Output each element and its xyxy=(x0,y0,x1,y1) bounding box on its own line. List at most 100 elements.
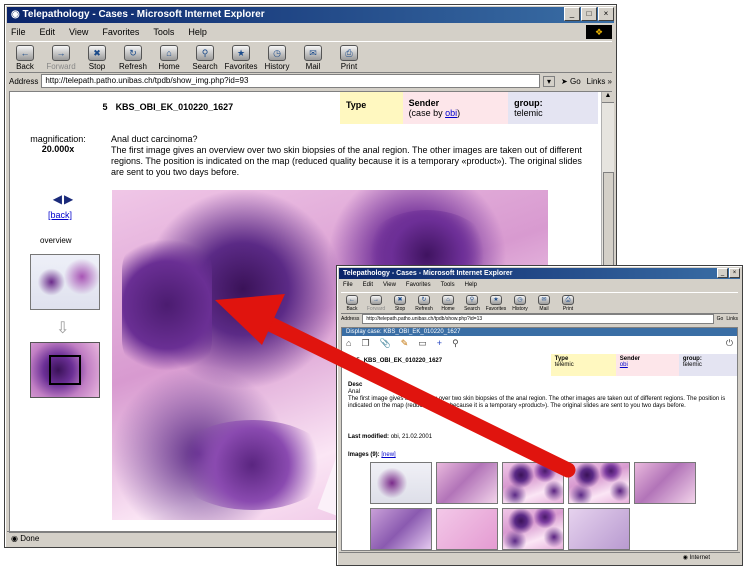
inset-history-button[interactable]: ◷ History xyxy=(509,293,531,313)
menu-view[interactable]: View xyxy=(67,25,90,39)
print-button[interactable]: ⎙ Print xyxy=(333,42,365,72)
inset-links-button[interactable]: Links xyxy=(726,316,738,322)
inset-back-button[interactable]: ← Back xyxy=(341,293,363,313)
inset-minimize-icon[interactable]: _ xyxy=(717,268,728,278)
inset-mail-button[interactable]: ✉ Mail xyxy=(533,293,555,313)
inset-history-icon: ◷ xyxy=(514,295,526,305)
minimize-icon[interactable]: _ xyxy=(564,7,580,21)
inset-menu-view[interactable]: View xyxy=(381,280,398,290)
inset-title-bar[interactable]: Telepathology - Cases - Microsoft Intern… xyxy=(339,268,740,279)
forward-arrow-icon: → xyxy=(52,45,70,61)
history-icon: ◷ xyxy=(268,45,286,61)
menu-file[interactable]: File xyxy=(9,25,28,39)
type-label: Type xyxy=(339,92,403,124)
search-button[interactable]: ⚲ Search xyxy=(189,42,221,72)
power-icon[interactable]: ⏻ xyxy=(726,338,733,350)
scroll-thumb[interactable] xyxy=(603,172,614,274)
case-number: 5 xyxy=(102,102,108,112)
group-value: telemic xyxy=(514,108,543,118)
sender-link[interactable]: obi xyxy=(445,108,457,118)
search-icon: ⚲ xyxy=(196,45,214,61)
address-dropdown-icon[interactable]: ▾ xyxy=(543,75,556,87)
inset-stop-button[interactable]: ✖ Stop xyxy=(389,293,411,313)
scroll-up-icon[interactable]: ▲ xyxy=(602,92,614,103)
inset-menu-help[interactable]: Help xyxy=(463,280,479,290)
last-modified-row: Last modified: obi, 21.02.2001 xyxy=(348,434,432,440)
menu-edit[interactable]: Edit xyxy=(38,25,58,39)
inset-address-label: Address xyxy=(341,316,360,322)
inset-home-icon: ⌂ xyxy=(442,295,454,305)
gland-shape xyxy=(122,230,212,380)
image-thumbnail[interactable] xyxy=(436,462,498,504)
map-thumbnail[interactable] xyxy=(30,342,100,398)
inset-favorites-button[interactable]: ★ Favorites xyxy=(485,293,507,313)
edit-icon[interactable]: ✎ xyxy=(401,338,409,350)
inset-address-input[interactable]: http://telepath.patho.unibas.ch/tpdb/sho… xyxy=(362,314,714,324)
inset-go-button[interactable]: Go xyxy=(717,316,724,322)
inset-description-text: The first image gives an overview over t… xyxy=(348,396,726,409)
images-label: Images (9): xyxy=(348,452,380,458)
inset-menu-tools[interactable]: Tools xyxy=(439,280,457,290)
image-thumbnail[interactable] xyxy=(370,462,432,504)
refresh-icon: ↻ xyxy=(124,45,142,61)
inset-case-id: KBS_OBI_EK_010220_1627 xyxy=(363,358,443,364)
close-icon[interactable]: × xyxy=(598,7,614,21)
image-thumbnail[interactable] xyxy=(436,508,498,550)
main-title-bar[interactable]: ◉ Telepathology - Cases - Microsoft Inte… xyxy=(7,7,614,23)
forward-button[interactable]: → Forward xyxy=(45,42,77,72)
last-modified-value: obi, 21.02.2001 xyxy=(390,434,433,440)
maximize-icon[interactable]: □ xyxy=(581,7,597,21)
inset-close-icon[interactable]: × xyxy=(729,268,740,278)
favorites-button[interactable]: ★ Favorites xyxy=(225,42,257,72)
links-button[interactable]: Links » xyxy=(587,77,612,86)
inset-menu-edit[interactable]: Edit xyxy=(361,280,375,290)
inset-status-text: Internet xyxy=(689,555,710,561)
inset-forward-button[interactable]: → Forward xyxy=(365,293,387,313)
go-button[interactable]: ➤ Go xyxy=(558,77,584,86)
delete-icon[interactable]: ▭ xyxy=(418,338,427,350)
mail-button[interactable]: ✉ Mail xyxy=(297,42,329,72)
menu-tools[interactable]: Tools xyxy=(151,25,176,39)
images-new-link[interactable]: [new] xyxy=(381,452,395,458)
map-position-marker xyxy=(49,355,81,385)
image-thumbnail[interactable] xyxy=(568,508,630,550)
stop-button[interactable]: ✖ Stop xyxy=(81,42,113,72)
inset-menu-favorites[interactable]: Favorites xyxy=(404,280,433,290)
image-thumbnail[interactable] xyxy=(502,462,564,504)
image-thumbnail[interactable] xyxy=(634,462,696,504)
inset-refresh-button[interactable]: ↻ Refresh xyxy=(413,293,435,313)
inset-sender-link[interactable]: obi xyxy=(620,362,628,368)
back-button[interactable]: ← Back xyxy=(9,42,41,72)
case-description: The first image gives an overview over t… xyxy=(111,145,582,177)
image-thumbnail[interactable] xyxy=(370,508,432,550)
inset-case-row: 5 KBS_OBI_EK_010220_1627 Type telemic Se… xyxy=(342,354,737,376)
inset-print-button[interactable]: ⎙ Print xyxy=(557,293,579,313)
attach-icon[interactable]: 📎 xyxy=(380,338,391,350)
address-input[interactable]: http://telepath.patho.unibas.ch/tpdb/sho… xyxy=(41,74,541,88)
menu-favorites[interactable]: Favorites xyxy=(100,25,141,39)
inset-menu-file[interactable]: File xyxy=(341,280,355,290)
back-link[interactable]: [back] xyxy=(48,210,72,220)
address-label: Address xyxy=(9,76,39,86)
inset-icon-bar: ⌂ ❐ 📎 ✎ ▭ + ⚲ ⏻ xyxy=(346,338,733,350)
inset-home-button[interactable]: ⌂ Home xyxy=(437,293,459,313)
previous-arrow-icon[interactable]: ◀ xyxy=(53,192,62,206)
copy-icon[interactable]: ❐ xyxy=(361,338,369,350)
zoom-icon[interactable]: ⚲ xyxy=(452,338,459,350)
home-button[interactable]: ⌂ Home xyxy=(153,42,185,72)
inset-browser-window: Telepathology - Cases - Microsoft Intern… xyxy=(336,265,743,566)
overview-thumbnail[interactable] xyxy=(30,254,100,310)
refresh-button[interactable]: ↻ Refresh xyxy=(117,42,149,72)
history-button[interactable]: ◷ History xyxy=(261,42,293,72)
inset-search-icon: ⚲ xyxy=(466,295,478,305)
add-icon[interactable]: + xyxy=(437,338,442,350)
inset-search-button[interactable]: ⚲ Search xyxy=(461,293,483,313)
menu-bar: File Edit View Favorites Tools Help ❖ xyxy=(9,25,612,39)
image-thumbnail[interactable] xyxy=(568,462,630,504)
menu-help[interactable]: Help xyxy=(186,25,209,39)
inset-page-content: Display case: KBS_OBI_EK_010220_1627 ⌂ ❐… xyxy=(341,327,738,551)
image-thumbnail[interactable] xyxy=(502,508,564,550)
home-icon[interactable]: ⌂ xyxy=(346,338,351,350)
inset-menu-bar: File Edit View Favorites Tools Help xyxy=(341,280,738,290)
next-arrow-icon[interactable]: ▶ xyxy=(64,192,73,206)
